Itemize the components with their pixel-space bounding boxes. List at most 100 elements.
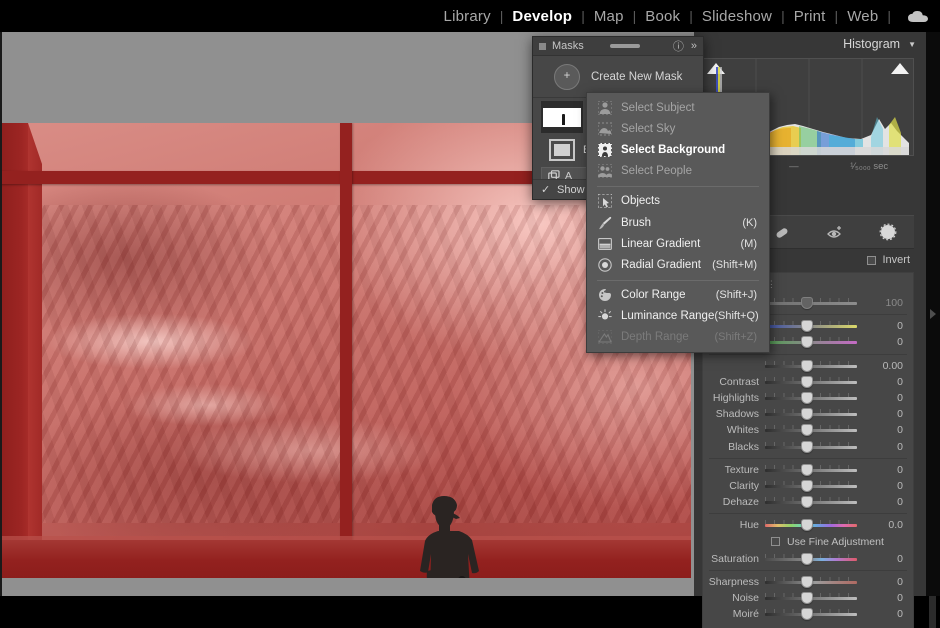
- show-overlay-checkbox[interactable]: ✓: [541, 185, 551, 195]
- slider-knob[interactable]: [801, 480, 813, 492]
- module-slideshow[interactable]: Slideshow: [700, 8, 774, 25]
- slider-value[interactable]: 0: [869, 576, 913, 588]
- menu-item-select-sky[interactable]: Select Sky: [587, 118, 769, 139]
- plus-icon[interactable]: +: [554, 64, 580, 90]
- masking-icon[interactable]: [875, 219, 901, 245]
- cloud-icon[interactable]: [908, 10, 928, 23]
- slider-shadows[interactable]: Shadows0: [703, 406, 913, 422]
- drag-grip-icon[interactable]: [584, 44, 666, 48]
- chevron-down-icon[interactable]: ▼: [908, 40, 916, 49]
- slider-knob[interactable]: [801, 464, 813, 476]
- slider-value[interactable]: 0: [869, 336, 913, 348]
- slider-knob[interactable]: [801, 592, 813, 604]
- create-new-mask-dropdown[interactable]: Select SubjectSelect SkySelect Backgroun…: [586, 92, 770, 353]
- slider-highlights[interactable]: Highlights0: [703, 390, 913, 406]
- slider-track[interactable]: [765, 480, 857, 492]
- slider-knob[interactable]: [801, 424, 813, 436]
- slider-noise[interactable]: Noise0: [703, 590, 913, 606]
- slider-track[interactable]: [765, 424, 857, 436]
- chevron-right-icon[interactable]: [930, 309, 936, 319]
- slider-hue[interactable]: Hue0.0: [703, 517, 913, 533]
- slider-track[interactable]: [765, 553, 857, 565]
- slider-contrast[interactable]: Contrast0: [703, 374, 913, 390]
- slider-knob[interactable]: [801, 297, 813, 309]
- menu-item-objects[interactable]: Objects: [587, 191, 769, 212]
- slider-amount-3[interactable]: 0.00: [703, 358, 913, 374]
- red-eye-correction-icon[interactable]: [822, 219, 848, 245]
- slider-track[interactable]: [765, 608, 857, 620]
- slider-blacks[interactable]: Blacks0: [703, 439, 913, 455]
- module-print[interactable]: Print: [792, 8, 828, 25]
- slider-track[interactable]: [765, 408, 857, 420]
- slider-knob[interactable]: [801, 392, 813, 404]
- slider-value[interactable]: 0: [869, 608, 913, 620]
- slider-track[interactable]: [765, 519, 857, 531]
- slider-knob[interactable]: [801, 336, 813, 348]
- slider-value[interactable]: 0: [869, 408, 913, 420]
- slider-track[interactable]: [765, 592, 857, 604]
- module-map[interactable]: Map: [592, 8, 626, 25]
- slider-track[interactable]: [765, 576, 857, 588]
- masks-panel-header[interactable]: Masks ⓘ »: [533, 37, 703, 56]
- slider-dehaze[interactable]: Dehaze0: [703, 494, 913, 510]
- module-develop[interactable]: Develop: [510, 8, 574, 25]
- slider-texture[interactable]: Texture0: [703, 462, 913, 478]
- invert-toggle[interactable]: Invert: [867, 254, 910, 266]
- slider-track[interactable]: [765, 320, 857, 332]
- menu-item-select-subject[interactable]: Select Subject: [587, 97, 769, 118]
- fine-adjustment-checkbox[interactable]: [771, 537, 780, 546]
- menu-item-radial-gradient[interactable]: Radial Gradient(Shift+M): [587, 254, 769, 275]
- slider-value[interactable]: 0: [869, 441, 913, 453]
- slider-value[interactable]: 0: [869, 424, 913, 436]
- slider-track[interactable]: [765, 464, 857, 476]
- slider-track[interactable]: [765, 376, 857, 388]
- slider-knob[interactable]: [801, 608, 813, 620]
- use-fine-adjustment-toggle[interactable]: Use Fine Adjustment: [703, 533, 913, 550]
- slider-value[interactable]: 0: [869, 320, 913, 332]
- slider-value[interactable]: 0: [869, 496, 913, 508]
- menu-item-select-people[interactable]: Select People: [587, 161, 769, 182]
- slider-value[interactable]: 0.00: [869, 360, 913, 372]
- module-library[interactable]: Library: [442, 8, 493, 25]
- slider-moir-[interactable]: Moiré0: [703, 606, 913, 622]
- module-book[interactable]: Book: [643, 8, 682, 25]
- slider-knob[interactable]: [801, 408, 813, 420]
- slider-track[interactable]: [765, 360, 857, 372]
- menu-item-linear-gradient[interactable]: Linear Gradient(M): [587, 233, 769, 254]
- slider-knob[interactable]: [801, 441, 813, 453]
- slider-saturation[interactable]: Saturation0: [703, 550, 913, 566]
- slider-track[interactable]: [765, 496, 857, 508]
- info-icon[interactable]: ⓘ: [673, 38, 684, 54]
- slider-value[interactable]: 0: [869, 592, 913, 604]
- slider-value[interactable]: 0.0: [869, 519, 913, 531]
- slider-knob[interactable]: [801, 496, 813, 508]
- slider-track[interactable]: [765, 392, 857, 404]
- slider-value[interactable]: 100: [869, 297, 913, 309]
- slider-value[interactable]: 0: [869, 480, 913, 492]
- slider-knob[interactable]: [801, 576, 813, 588]
- slider-track[interactable]: [765, 336, 857, 348]
- menu-item-luminance-range[interactable]: Luminance Range(Shift+Q): [587, 306, 769, 327]
- slider-knob[interactable]: [801, 519, 813, 531]
- menu-item-color-range[interactable]: Color Range(Shift+J): [587, 285, 769, 306]
- slider-clarity[interactable]: Clarity0: [703, 478, 913, 494]
- module-web[interactable]: Web: [845, 8, 880, 25]
- mask-thumbnail-linear-gradient[interactable]: [541, 101, 583, 133]
- slider-track[interactable]: [765, 297, 857, 309]
- slider-value[interactable]: 0: [869, 392, 913, 404]
- slider-value[interactable]: 0: [869, 553, 913, 565]
- menu-item-select-background[interactable]: Select Background: [587, 139, 769, 160]
- slider-track[interactable]: [765, 441, 857, 453]
- right-panel-collapse-strip[interactable]: [926, 32, 940, 596]
- slider-sharpness[interactable]: Sharpness0: [703, 574, 913, 590]
- menu-item-brush[interactable]: Brush(K): [587, 212, 769, 233]
- chevron-double-right-icon[interactable]: »: [691, 40, 697, 52]
- mask-thumbnail-background[interactable]: [549, 139, 575, 161]
- slider-knob[interactable]: [801, 320, 813, 332]
- invert-checkbox[interactable]: [867, 256, 876, 265]
- slider-value[interactable]: 0: [869, 464, 913, 476]
- slider-knob[interactable]: [801, 553, 813, 565]
- slider-knob[interactable]: [801, 360, 813, 372]
- slider-whites[interactable]: Whites0: [703, 422, 913, 438]
- histogram-header[interactable]: Histogram ▼: [694, 32, 940, 56]
